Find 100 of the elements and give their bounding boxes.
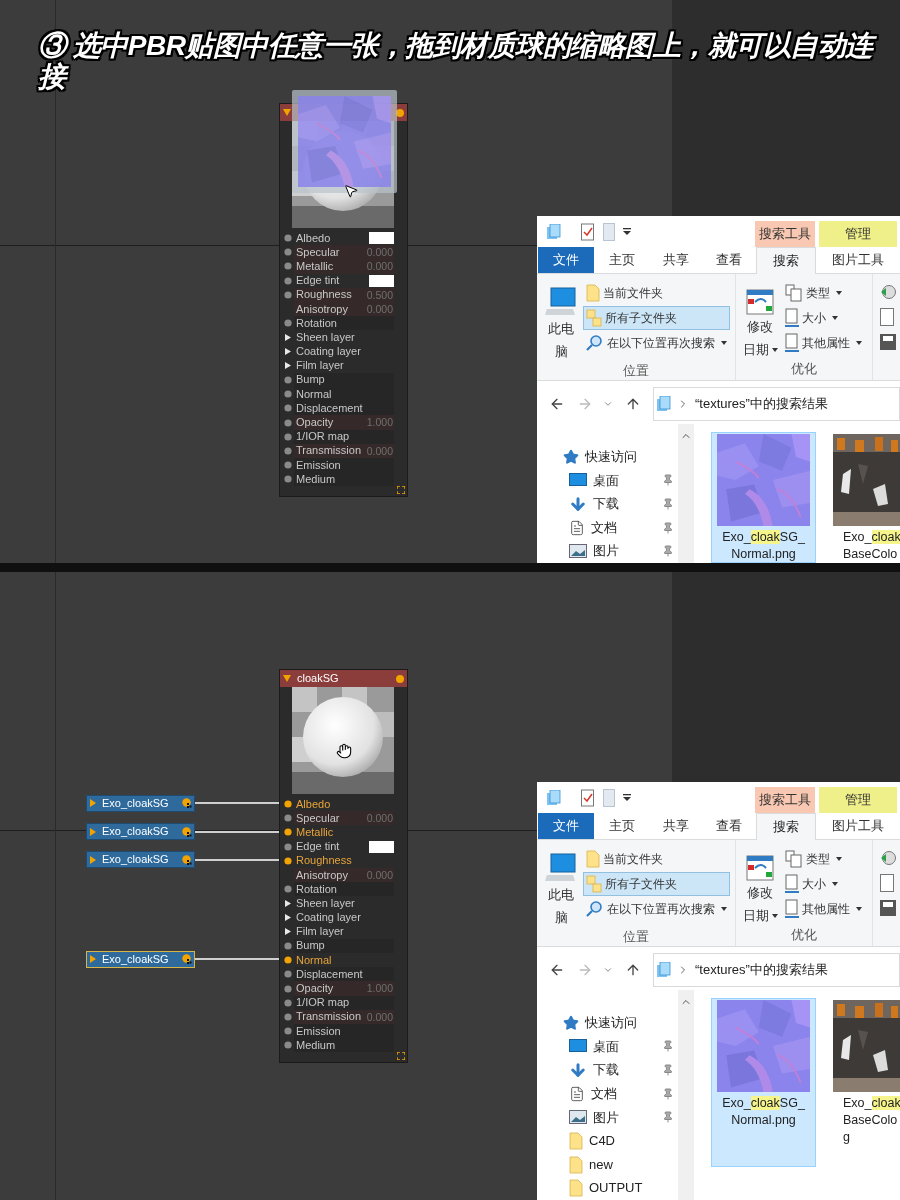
resize-icon[interactable] [397, 486, 405, 494]
ribbon-tab[interactable]: 搜索 [756, 247, 816, 274]
ribbon-item[interactable]: 当前文件夹 [583, 281, 730, 305]
input-socket[interactable] [284, 984, 292, 993]
input-socket[interactable] [284, 276, 292, 285]
input-socket[interactable] [284, 1041, 292, 1050]
input-socket[interactable] [284, 856, 292, 865]
ribbon-item[interactable]: 大小 [782, 872, 865, 896]
input-socket[interactable] [284, 290, 292, 299]
input-socket[interactable] [284, 248, 292, 257]
nav-item[interactable]: 桌面 [537, 468, 678, 493]
color-swatch[interactable] [369, 232, 394, 245]
input-socket[interactable] [284, 234, 292, 243]
scrollbar[interactable] [678, 990, 694, 1200]
color-swatch[interactable] [369, 840, 394, 853]
output-socket[interactable] [182, 798, 192, 809]
input-socket[interactable] [284, 475, 292, 484]
nav-item[interactable]: C4D [537, 1129, 678, 1153]
history-icon[interactable] [603, 965, 613, 975]
node-header[interactable]: cloakSG [280, 670, 407, 687]
address-bar[interactable]: “textures”中的搜索结果 [653, 953, 900, 987]
ribbon-tab[interactable]: 文件 [538, 813, 594, 839]
ribbon-item[interactable]: 大小 [782, 306, 865, 330]
ribbon-item[interactable]: 当前文件夹 [583, 847, 730, 871]
nav-item[interactable]: 文档 [537, 1081, 678, 1106]
input-socket[interactable] [284, 375, 292, 384]
scrollbar[interactable] [678, 424, 694, 563]
nav-item[interactable]: 下载 [537, 1058, 678, 1082]
nav-item[interactable]: OUTPUT [537, 1176, 678, 1200]
back-icon[interactable] [549, 396, 565, 412]
output-socket[interactable] [182, 954, 192, 965]
input-socket[interactable] [284, 1027, 292, 1036]
ribbon-item[interactable]: 所有子文件夹 [583, 872, 730, 896]
nav-item[interactable]: 桌面 [537, 1034, 678, 1059]
ribbon-item[interactable]: 类型 [782, 281, 865, 305]
up-icon[interactable] [625, 396, 641, 412]
history-icon[interactable] [603, 399, 613, 409]
ribbon-tab[interactable]: 共享 [650, 247, 702, 273]
ribbon-tab[interactable]: 文件 [538, 247, 594, 273]
input-socket[interactable] [284, 828, 292, 837]
ribbon-item[interactable]: 类型 [782, 847, 865, 871]
ribbon-tab[interactable]: 查看 [703, 813, 755, 839]
ribbon-tab[interactable]: 共享 [650, 813, 702, 839]
texture-node[interactable]: Exo_cloakSG [86, 950, 195, 968]
ribbon-tab[interactable]: 图片工具 [819, 813, 897, 839]
ribbon-item[interactable]: 在以下位置再次搜索 [583, 331, 730, 355]
file-tile[interactable]: Exo_cloakSG_ Normal.png [711, 998, 816, 1167]
texture-node[interactable]: Exo_cloakSG [86, 851, 195, 869]
input-socket[interactable] [284, 842, 292, 851]
ribbon-item[interactable]: 其他属性 [782, 897, 865, 921]
input-socket[interactable] [284, 404, 292, 413]
nav-item[interactable]: 图片 [537, 539, 678, 563]
ribbon-large-button[interactable]: 修改 日期 [739, 287, 781, 361]
input-socket[interactable] [284, 432, 292, 441]
ribbon-tab[interactable]: 搜索 [756, 813, 816, 840]
nav-item[interactable]: new [537, 1152, 678, 1177]
ribbon-tab[interactable]: 主页 [595, 813, 649, 839]
resize-icon[interactable] [397, 1052, 405, 1060]
material-node[interactable] [279, 669, 408, 1063]
texture-node[interactable]: Exo_cloakSG [86, 823, 195, 840]
input-socket[interactable] [284, 418, 292, 427]
ribbon-item[interactable]: 在以下位置再次搜索 [583, 897, 730, 921]
nav-item[interactable]: 下载 [537, 492, 678, 516]
up-icon[interactable] [625, 962, 641, 978]
file-tile[interactable]: Exo_cloak BaseColo [833, 432, 900, 563]
input-socket[interactable] [284, 970, 292, 979]
input-socket[interactable] [284, 941, 292, 950]
texture-node[interactable]: Exo_cloakSG [86, 794, 195, 812]
file-tile[interactable]: Exo_cloak BaseColo g [833, 998, 900, 1146]
ribbon-tab[interactable]: 主页 [595, 247, 649, 273]
input-socket[interactable] [284, 956, 292, 965]
collapse-triangle-icon[interactable] [283, 675, 291, 682]
color-swatch[interactable] [369, 274, 394, 287]
ribbon-tab[interactable]: 图片工具 [819, 247, 897, 273]
nav-item[interactable]: 快速访问 [537, 445, 678, 469]
ribbon-tab[interactable]: 查看 [703, 247, 755, 273]
input-socket[interactable] [284, 390, 292, 399]
input-socket[interactable] [284, 885, 292, 894]
input-socket[interactable] [284, 998, 292, 1007]
input-socket[interactable] [284, 1012, 292, 1021]
input-socket[interactable] [284, 814, 292, 823]
file-tile[interactable]: Exo_cloakSG_ Normal.png [711, 432, 816, 563]
ribbon-large-button[interactable]: 此电 脑 [540, 287, 582, 363]
nav-item[interactable]: 文档 [537, 515, 678, 540]
ribbon-large-button[interactable]: 修改 日期 [739, 853, 781, 927]
input-socket[interactable] [284, 319, 292, 328]
address-bar[interactable]: “textures”中的搜索结果 [653, 387, 900, 421]
nav-item[interactable]: 图片 [537, 1105, 678, 1130]
collapse-triangle-icon[interactable] [283, 109, 291, 116]
ribbon-item[interactable]: 其他属性 [782, 331, 865, 355]
input-socket[interactable] [284, 262, 292, 271]
output-socket[interactable] [182, 854, 192, 865]
back-icon[interactable] [549, 962, 565, 978]
ribbon-item[interactable]: 所有子文件夹 [583, 306, 730, 330]
nav-item[interactable]: 快速访问 [537, 1011, 678, 1035]
input-socket[interactable] [284, 446, 292, 455]
input-socket[interactable] [284, 461, 292, 470]
output-socket[interactable] [182, 826, 192, 837]
input-socket[interactable] [284, 800, 292, 809]
ribbon-large-button[interactable]: 此电 脑 [540, 853, 582, 929]
